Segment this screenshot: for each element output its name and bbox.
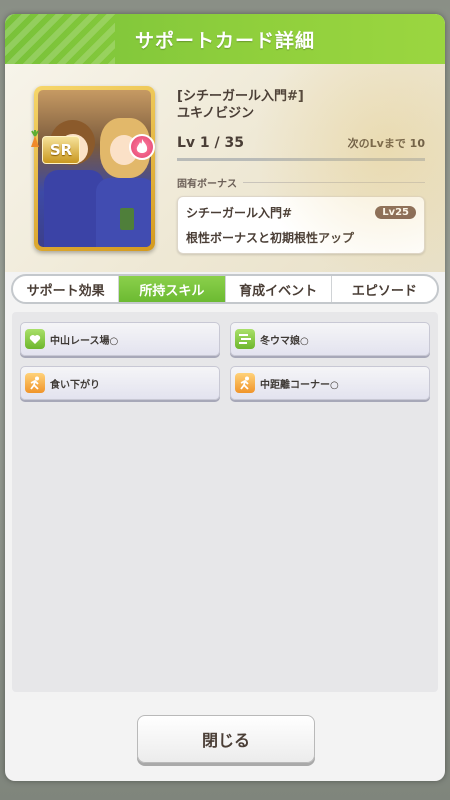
level-row: Lv 1 / 35 次のLvまで 10 [177, 128, 425, 161]
skill-list-panel: 中山レース場○ 冬ウマ娘○ 食い下がり 中距離コーナー○ [12, 312, 438, 692]
skill-item[interactable]: 食い下がり [20, 366, 220, 400]
carrot-icon [31, 130, 39, 147]
drink-cup [120, 208, 134, 230]
skill-item[interactable]: 中距離コーナー○ [230, 366, 430, 400]
detail-tabs: サポート効果 所持スキル 育成イベント エピソード [11, 274, 439, 304]
card-title: [シチーガール入門#] [177, 89, 304, 104]
card-info-panel: SR [シチーガール入門#] ユキノビジン Lv 1 / 35 次のLvまで 1… [5, 64, 445, 272]
unique-bonus-header: 固有ボーナス [177, 175, 425, 190]
unique-bonus-box: シチーガール入門# Lv25 根性ボーナスと初期根性アップ [177, 196, 425, 254]
skill-item[interactable]: 中山レース場○ [20, 322, 220, 356]
skill-item[interactable]: 冬ウマ娘○ [230, 322, 430, 356]
skill-name: 中距離コーナー○ [260, 379, 339, 391]
modal-title: サポートカード詳細 [134, 29, 315, 52]
unique-bonus-description: 根性ボーナスと初期根性アップ [186, 231, 355, 245]
modal-header: サポートカード詳細 [5, 14, 445, 64]
flame-icon [129, 134, 155, 160]
rarity-badge: SR [42, 136, 80, 164]
runner-icon [235, 373, 255, 393]
tab-support-effect[interactable]: サポート効果 [13, 276, 120, 302]
card-artwork [38, 90, 151, 247]
skill-name: 食い下がり [50, 379, 100, 391]
unique-bonus-name: シチーガール入門# [186, 206, 293, 220]
close-button[interactable]: 閉じる [137, 715, 315, 763]
divider [243, 182, 425, 183]
runner-icon [25, 373, 45, 393]
support-card-image[interactable] [34, 86, 155, 251]
card-character-name: ユキノビジン [177, 106, 255, 121]
character-body [44, 170, 104, 247]
tab-training-events[interactable]: 育成イベント [226, 276, 332, 302]
next-level-label: 次のLvまで 10 [347, 137, 425, 150]
speed-lines-icon [235, 329, 255, 349]
unique-bonus-label: 固有ボーナス [177, 179, 237, 190]
skill-name: 中山レース場○ [50, 335, 119, 347]
tab-episode[interactable]: エピソード [332, 276, 437, 302]
support-card-detail-modal: サポートカード詳細 SR [シチーガール入門#] ユキノビジン Lv 1 / 3… [5, 14, 445, 781]
heart-icon [25, 329, 45, 349]
unique-bonus-level-badge: Lv25 [375, 206, 416, 219]
tab-owned-skills[interactable]: 所持スキル [119, 276, 226, 302]
skill-name: 冬ウマ娘○ [260, 335, 309, 347]
card-info: [シチーガール入門#] ユキノビジン Lv 1 / 35 次のLvまで 10 固… [177, 88, 425, 254]
level-text: Lv 1 / 35 [177, 135, 245, 151]
